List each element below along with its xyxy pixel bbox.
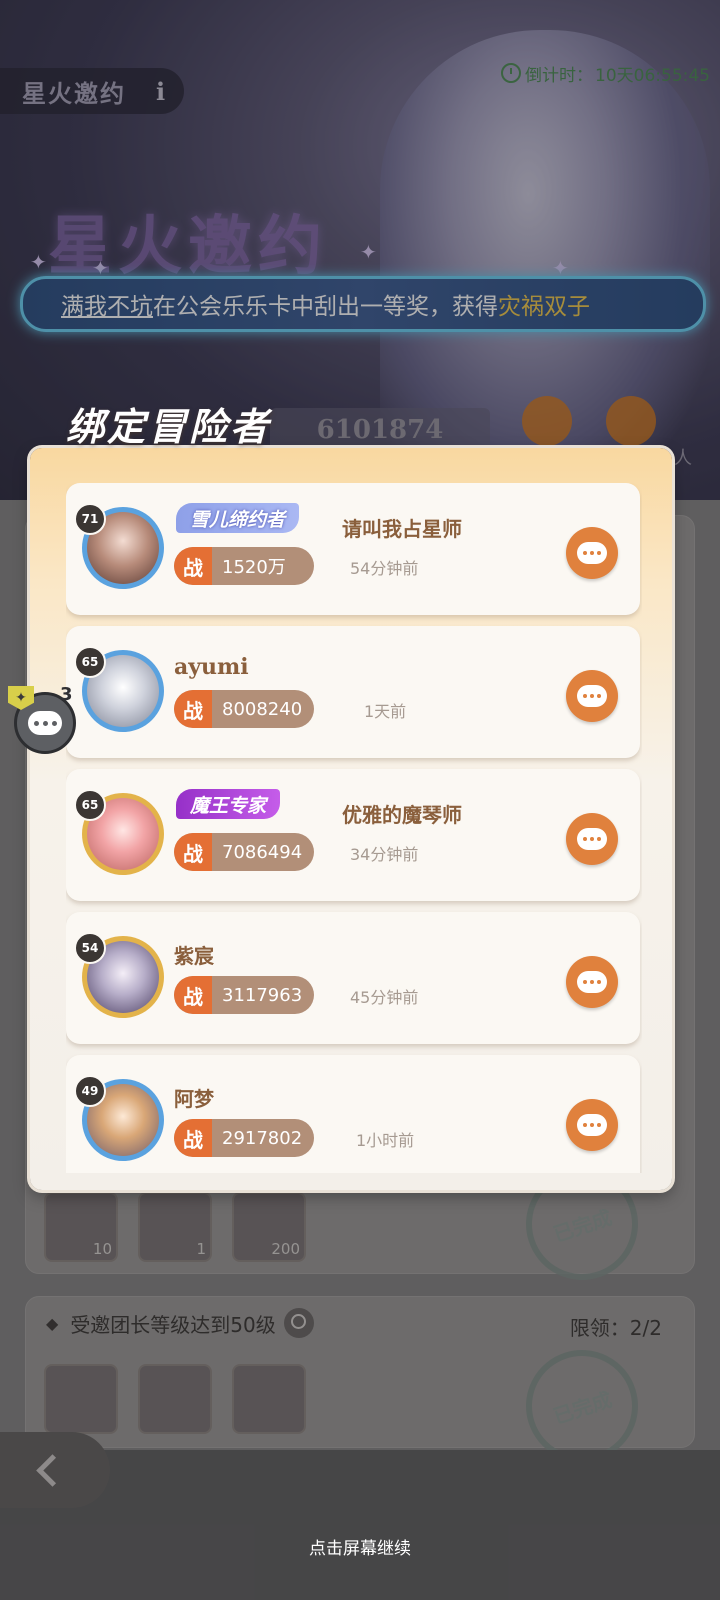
chat-icon <box>577 828 607 850</box>
chevron-left-icon <box>35 1453 69 1487</box>
power-badge: 战 <box>174 1119 212 1157</box>
list-item: 65 魔王专家 优雅的魔琴师 战 7086494 34分钟前 <box>66 769 640 901</box>
last-active: 54分钟前 <box>350 559 419 578</box>
title-tag: 魔王专家 <box>176 789 281 819</box>
power-badge: 战 <box>174 833 212 871</box>
chat-icon <box>28 711 62 735</box>
power-value: 1520万 <box>222 557 286 578</box>
power-badge: 战 <box>174 547 212 585</box>
title-tag: 雪儿缔约者 <box>176 503 300 533</box>
level-badge: 65 <box>74 789 106 821</box>
level-badge: 49 <box>74 1075 106 1107</box>
tap-to-continue[interactable]: 点击屏幕继续 <box>0 1534 720 1559</box>
chat-button[interactable] <box>566 527 618 579</box>
power-bar: 战 3117963 <box>174 976 314 1014</box>
chat-button[interactable] <box>566 1099 618 1151</box>
list-item: 71 雪儿缔约者 请叫我占星师 战 1520万 54分钟前 <box>66 483 640 615</box>
power-value: 3117963 <box>222 984 303 1006</box>
modal-title: 绑定冒险者 <box>66 405 272 449</box>
chat-button[interactable] <box>566 813 618 865</box>
level-badge: 54 <box>74 932 106 964</box>
player-list[interactable]: 71 雪儿缔约者 请叫我占星师 战 1520万 54分钟前 65 ayumi 战… <box>66 483 642 1173</box>
last-active: 1小时前 <box>356 1131 415 1150</box>
power-bar: 战 1520万 <box>174 547 314 585</box>
last-active: 45分钟前 <box>350 988 419 1007</box>
chat-icon <box>577 542 607 564</box>
power-badge: 战 <box>174 976 212 1014</box>
unread-count: 3 <box>60 684 73 705</box>
power-value: 2917802 <box>222 1127 303 1149</box>
level-badge: 65 <box>74 646 106 678</box>
player-name: 阿梦 <box>174 1087 214 1111</box>
power-value: 8008240 <box>222 698 303 720</box>
power-bar: 战 8008240 <box>174 690 314 728</box>
power-value: 7086494 <box>222 841 303 863</box>
list-item: 65 ayumi 战 8008240 1天前 <box>66 626 640 758</box>
level-badge: 71 <box>74 503 106 535</box>
last-active: 1天前 <box>364 702 407 721</box>
player-name: ayumi <box>174 654 249 680</box>
list-item: 49 阿梦 战 2917802 1小时前 <box>66 1055 640 1173</box>
player-name: 请叫我占星师 <box>342 517 462 541</box>
chat-button[interactable] <box>566 956 618 1008</box>
chat-icon <box>577 685 607 707</box>
last-active: 34分钟前 <box>350 845 419 864</box>
chat-icon <box>577 971 607 993</box>
chat-icon <box>577 1114 607 1136</box>
back-button[interactable] <box>0 1432 110 1508</box>
player-name: 紫宸 <box>174 944 214 968</box>
player-name: 优雅的魔琴师 <box>342 803 462 827</box>
power-badge: 战 <box>174 690 212 728</box>
chat-button[interactable] <box>566 670 618 722</box>
list-item: 54 紫宸 战 3117963 45分钟前 <box>66 912 640 1044</box>
power-bar: 战 7086494 <box>174 833 314 871</box>
power-bar: 战 2917802 <box>174 1119 314 1157</box>
